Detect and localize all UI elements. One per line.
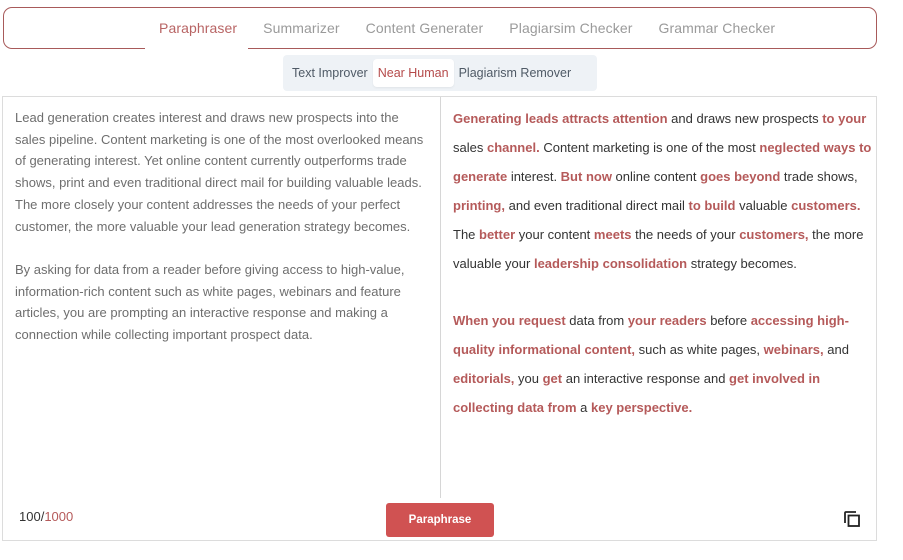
tab-summarizer[interactable]: Summarizer <box>250 20 352 36</box>
unchanged-text: an interactive response and <box>562 371 730 387</box>
copy-icon[interactable] <box>843 510 861 528</box>
unchanged-text: and <box>823 342 849 358</box>
changed-phrase[interactable]: channel. <box>487 140 540 155</box>
unchanged-text: trade shows, <box>780 168 858 184</box>
unchanged-text: you <box>514 371 543 387</box>
unchanged-text: valuable <box>735 197 792 213</box>
changed-phrase[interactable]: meets <box>594 227 632 242</box>
unchanged-text: and even traditional direct mail <box>505 197 689 213</box>
changed-phrase[interactable]: customers. <box>791 198 860 213</box>
unchanged-text: a <box>576 400 591 416</box>
mode-tab-plagiarism-remover[interactable]: Plagiarism Remover <box>454 59 577 87</box>
unchanged-text: data from <box>565 313 628 329</box>
changed-phrase[interactable]: customers, <box>739 227 808 242</box>
mode-tab-near-human[interactable]: Near Human <box>372 59 454 87</box>
word-limit: 1000 <box>44 509 74 524</box>
paraphrase-panel: Lead generation creates interest and dra… <box>2 96 877 541</box>
paraphrase-button[interactable]: Paraphrase <box>386 503 494 537</box>
unchanged-text: before <box>706 313 751 329</box>
changed-phrase[interactable]: your readers <box>628 313 707 328</box>
unchanged-text: and draws new prospects <box>667 111 823 126</box>
changed-phrase[interactable]: When you request <box>453 313 566 328</box>
panel-divider <box>440 97 441 498</box>
changed-phrase[interactable]: key perspective. <box>591 400 692 415</box>
unchanged-text: such as white pages, <box>635 342 764 358</box>
changed-phrase[interactable]: webinars, <box>764 342 824 357</box>
changed-phrase[interactable]: to build <box>689 198 736 213</box>
unchanged-text: the needs of your <box>631 226 740 242</box>
input-textarea[interactable]: Lead generation creates interest and dra… <box>15 107 430 367</box>
changed-phrase[interactable]: printing, <box>453 198 505 213</box>
changed-phrase[interactable]: editorials, <box>453 371 514 386</box>
output-paragraph: Generating leads attracts attention and … <box>453 105 873 278</box>
tab-plagiarism-checker[interactable]: Plagiarsim Checker <box>496 20 645 36</box>
unchanged-text: The <box>453 226 480 242</box>
changed-phrase[interactable]: Generating leads attracts attention <box>453 111 668 126</box>
unchanged-text: online content <box>611 168 701 184</box>
unchanged-text: Content marketing is one of the most <box>539 139 760 155</box>
output-paragraph: When you request data from your readers … <box>453 307 873 423</box>
word-counter: 100/1000 <box>19 509 73 524</box>
mode-tab-text-improver[interactable]: Text Improver <box>287 59 373 87</box>
mode-tabs: Text Improver Near Human Plagiarism Remo… <box>283 55 597 91</box>
top-tabs: Paraphraser Summarizer Content Generater… <box>146 8 788 48</box>
changed-phrase[interactable]: get <box>543 371 563 386</box>
unchanged-text: strategy becomes. <box>687 255 797 271</box>
changed-phrase[interactable]: to your <box>822 111 866 126</box>
input-paragraph: Lead generation creates interest and dra… <box>15 110 424 234</box>
word-count: 100 <box>19 509 41 524</box>
unchanged-text: interest. <box>507 168 561 184</box>
tab-paraphraser[interactable]: Paraphraser <box>146 20 250 36</box>
top-nav: Paraphraser Summarizer Content Generater… <box>3 7 877 50</box>
changed-phrase[interactable]: leadership consolidation <box>534 256 687 271</box>
changed-phrase[interactable]: goes beyond <box>700 169 780 184</box>
changed-phrase[interactable]: better <box>479 227 515 242</box>
output-text: Generating leads attracts attention and … <box>453 105 873 452</box>
tab-grammar-checker[interactable]: Grammar Checker <box>645 20 788 36</box>
unchanged-text: your content <box>515 226 594 242</box>
unchanged-text: sales <box>453 139 487 155</box>
changed-phrase[interactable]: But now <box>561 169 612 184</box>
input-paragraph: By asking for data from a reader before … <box>15 261 405 343</box>
tab-content-generator[interactable]: Content Generater <box>353 20 497 36</box>
